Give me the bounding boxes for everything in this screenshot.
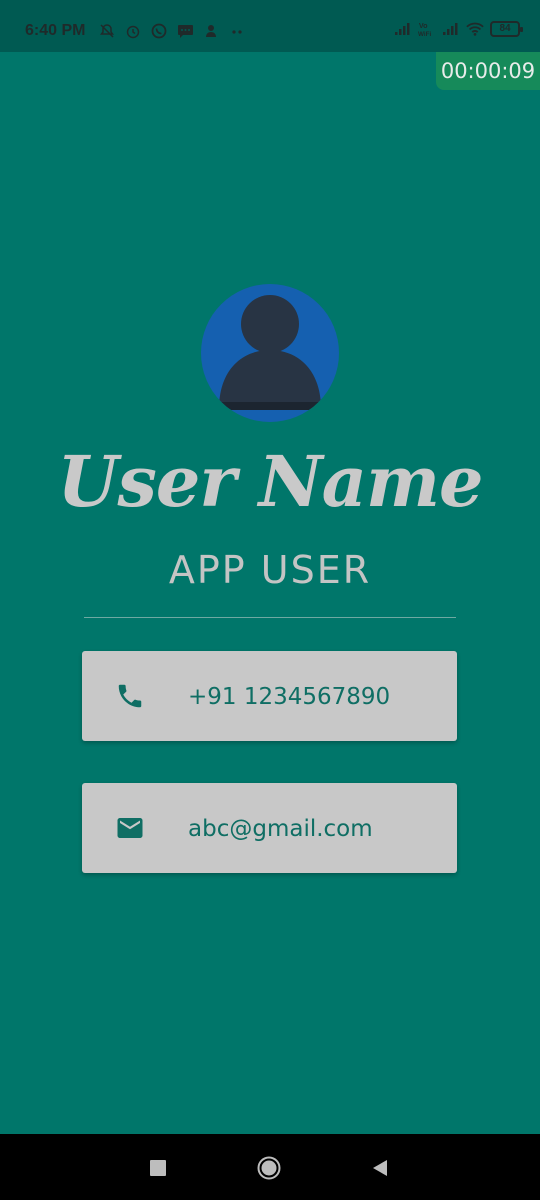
divider (84, 617, 456, 618)
phone-card[interactable]: +91 1234567890 (82, 651, 457, 741)
battery-level: 84 (499, 23, 511, 34)
phone-number: +91 1234567890 (188, 684, 391, 710)
system-icons: Vo WiFi 84 (394, 20, 523, 38)
back-icon[interactable] (371, 1159, 389, 1181)
recording-timer: 00:00:09 (436, 52, 540, 90)
mute-bell-icon (98, 22, 116, 40)
whatsapp-icon (150, 22, 168, 40)
user-role: APP USER (168, 548, 372, 592)
signal-icon (394, 20, 412, 38)
svg-text:Vo: Vo (419, 21, 428, 30)
signal-icon (442, 20, 460, 38)
notification-icons (98, 22, 246, 40)
svg-text:WiFi: WiFi (418, 31, 431, 38)
phone-icon (115, 681, 145, 711)
alarm-icon (124, 22, 142, 40)
more-dots-icon (228, 22, 246, 40)
mail-icon (115, 813, 145, 843)
battery-icon: 84 (490, 21, 523, 37)
person-icon (219, 295, 321, 410)
home-icon[interactable] (257, 1156, 281, 1184)
wifi-icon (466, 20, 484, 38)
status-time: 6:40 PM (25, 22, 86, 39)
email-address: abc@gmail.com (188, 816, 373, 842)
navigation-bar (0, 1134, 540, 1200)
volte-wifi-icon: Vo WiFi (418, 20, 436, 38)
message-icon (176, 22, 194, 40)
recent-apps-icon[interactable] (150, 1160, 166, 1180)
account-icon (202, 22, 220, 40)
status-bar: 6:40 PM Vo WiFi 84 (0, 0, 540, 52)
user-name: User Name (57, 440, 483, 523)
email-card[interactable]: abc@gmail.com (82, 783, 457, 873)
avatar (201, 284, 339, 422)
